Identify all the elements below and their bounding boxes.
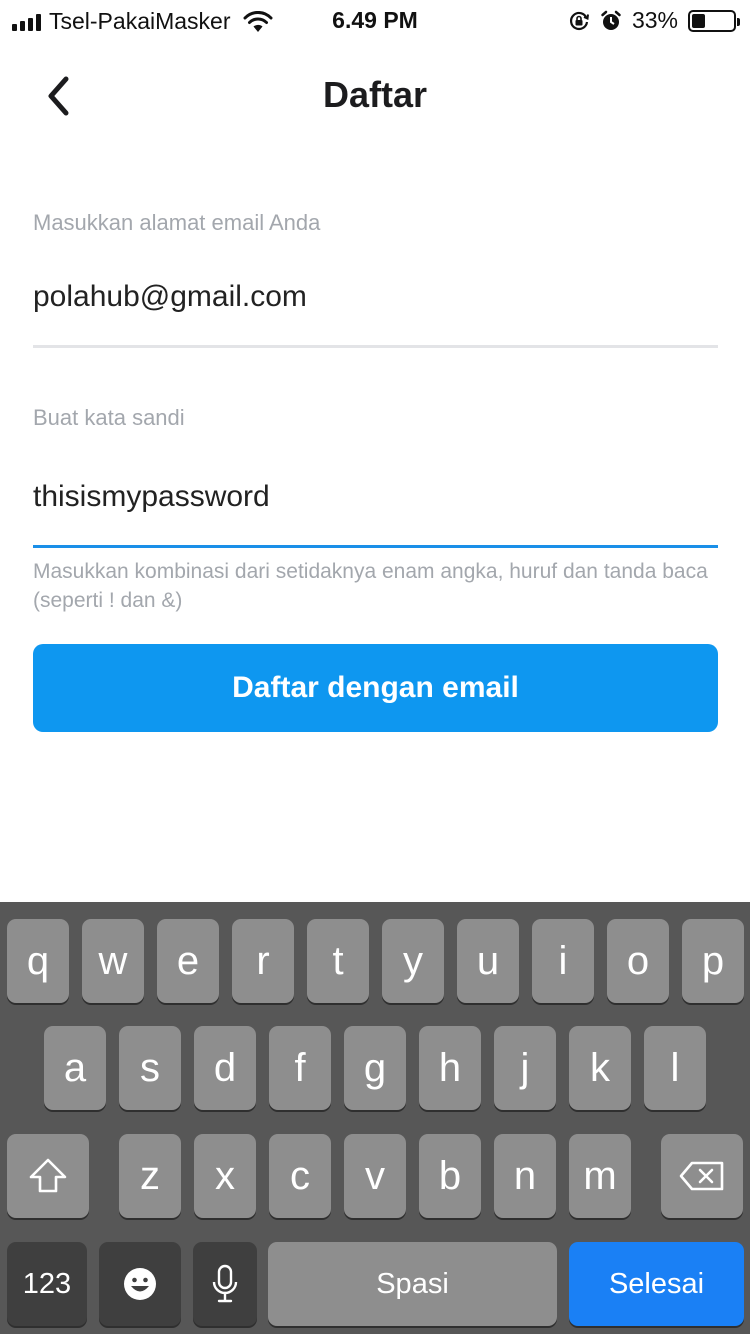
key-f[interactable]: f: [269, 1026, 331, 1110]
password-label: Buat kata sandi: [33, 405, 185, 430]
key-w[interactable]: w: [82, 919, 144, 1003]
backspace-key[interactable]: [661, 1134, 743, 1218]
key-x[interactable]: x: [194, 1134, 256, 1218]
key-j[interactable]: j: [494, 1026, 556, 1110]
key-o[interactable]: o: [607, 919, 669, 1003]
email-underline: [33, 345, 718, 348]
key-q[interactable]: q: [7, 919, 69, 1003]
battery-icon: [688, 9, 740, 32]
key-m[interactable]: m: [569, 1134, 631, 1218]
key-e[interactable]: e: [157, 919, 219, 1003]
password-hint: Masukkan kombinasi dari setidaknya enam …: [33, 560, 708, 612]
backspace-icon: [679, 1161, 724, 1191]
shift-icon: [29, 1158, 67, 1193]
shift-key[interactable]: [7, 1134, 89, 1218]
alarm-icon: [601, 10, 621, 30]
email-field[interactable]: [33, 280, 718, 314]
key-h[interactable]: h: [419, 1026, 481, 1110]
key-u[interactable]: u: [457, 919, 519, 1003]
key-t[interactable]: t: [307, 919, 369, 1003]
status-bar: Tsel-PakaiMasker 6.49 PM 33%: [0, 0, 750, 40]
nav-bar: Daftar: [0, 56, 750, 136]
key-r[interactable]: r: [232, 919, 294, 1003]
space-key[interactable]: Spasi: [268, 1242, 557, 1326]
key-i[interactable]: i: [532, 919, 594, 1003]
microphone-icon: [212, 1264, 238, 1303]
key-z[interactable]: z: [119, 1134, 181, 1218]
key-n[interactable]: n: [494, 1134, 556, 1218]
microphone-key[interactable]: [193, 1242, 257, 1326]
page-title: Daftar: [322, 74, 428, 115]
key-s[interactable]: s: [119, 1026, 181, 1110]
battery-fill: [692, 13, 706, 28]
signup-email-button[interactable]: Daftar dengan email: [33, 644, 718, 732]
done-key[interactable]: Selesai: [569, 1242, 744, 1326]
email-label: Masukkan alamat email Anda: [33, 210, 321, 235]
keyboard: q w e r t y u i o p a s d f g h j k l z …: [0, 902, 750, 1334]
rotation-lock-icon: [569, 11, 589, 30]
key-c[interactable]: c: [269, 1134, 331, 1218]
key-v[interactable]: v: [344, 1134, 406, 1218]
key-k[interactable]: k: [569, 1026, 631, 1110]
key-p[interactable]: p: [682, 919, 744, 1003]
emoji-key[interactable]: [99, 1242, 181, 1326]
key-a[interactable]: a: [44, 1026, 106, 1110]
key-y[interactable]: y: [382, 919, 444, 1003]
key-b[interactable]: b: [419, 1134, 481, 1218]
password-underline-active: [33, 545, 718, 548]
key-d[interactable]: d: [194, 1026, 256, 1110]
key-g[interactable]: g: [344, 1026, 406, 1110]
numbers-key[interactable]: 123: [7, 1242, 87, 1326]
emoji-icon: [124, 1268, 156, 1300]
status-bar-right: 33%: [568, 7, 740, 34]
key-l[interactable]: l: [644, 1026, 706, 1110]
password-field[interactable]: [33, 480, 718, 514]
battery-percent: 33%: [631, 7, 678, 33]
